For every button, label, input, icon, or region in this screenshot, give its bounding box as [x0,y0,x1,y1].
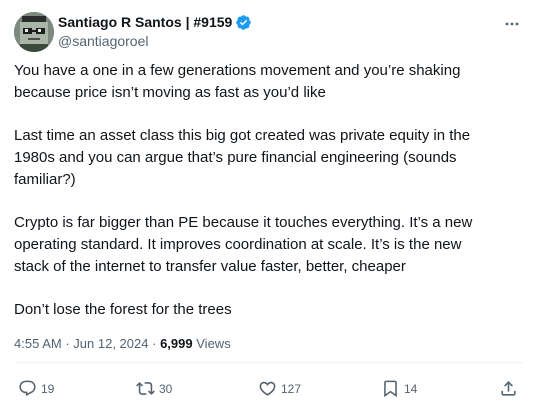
bookmark-count: 14 [404,382,418,396]
repost-icon [136,381,155,395]
tweet-paragraph: Last time an asset class this big got cr… [14,127,471,188]
tweet-text: You have a one in a few generations move… [14,60,514,321]
share-icon [501,380,516,396]
avatar[interactable] [14,12,54,52]
reply-button[interactable]: 19 [18,377,54,399]
repost-button[interactable]: 30 [136,377,172,399]
like-count: 127 [281,382,302,396]
views-count: 6,999 [160,336,193,351]
tweet-actions: 19 30 127 14 [14,377,524,399]
author-handle[interactable]: @santiagoroel [58,33,252,49]
more-dots-icon [505,22,519,26]
tweet-time[interactable]: 4:55 AM [14,336,62,351]
tweet-metadata: 4:55 AM · Jun 12, 2024 · 6,999 Views [14,336,231,351]
divider [14,362,524,363]
display-name-row: Santiago R Santos | #9159 [58,13,252,31]
more-options-button[interactable] [502,14,522,34]
pixel-art-avatar-icon [14,12,54,52]
reply-icon [19,380,36,396]
tweet-paragraph: Crypto is far bigger than PE because it … [14,214,473,275]
tweet-card: Santiago R Santos | #9159 @santiagoroel … [0,0,536,413]
tweet-header: Santiago R Santos | #9159 @santiagoroel [14,12,524,52]
views-label: Views [196,336,231,351]
heart-icon [259,381,276,396]
meta-separator: · [65,336,70,351]
author-names: Santiago R Santos | #9159 @santiagoroel [58,13,252,49]
tweet-date[interactable]: Jun 12, 2024 [73,336,148,351]
reply-count: 19 [41,382,55,396]
like-button[interactable]: 127 [258,377,301,399]
meta-separator: · [152,336,157,351]
verified-badge-icon[interactable] [235,14,252,31]
tweet-paragraph: You have a one in a few generations move… [14,62,461,101]
author-display-name[interactable]: Santiago R Santos | #9159 [58,14,232,30]
bookmark-icon [384,380,397,397]
repost-count: 30 [159,382,173,396]
tweet-paragraph: Don’t lose the forest for the trees [14,301,232,318]
bookmark-button[interactable]: 14 [381,377,417,399]
share-button[interactable] [499,377,518,399]
